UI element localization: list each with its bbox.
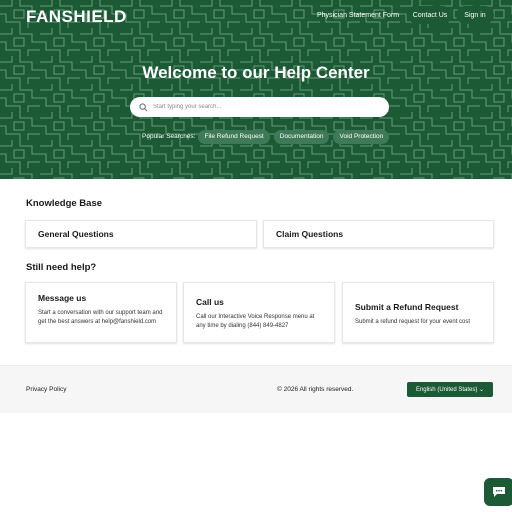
search-bar[interactable]	[130, 97, 389, 117]
chat-launcher-button[interactable]	[484, 478, 512, 506]
card-text: Submit a refund request for your event c…	[355, 319, 471, 325]
page-title: Welcome to our Help Center	[142, 63, 370, 82]
language-selector[interactable]: English (United States) ⌄	[407, 382, 493, 397]
message-us-card[interactable]: Message us Start a conversation with our…	[25, 282, 177, 343]
popular-search-chip[interactable]: Void Protection	[333, 129, 390, 144]
search-input[interactable]	[153, 104, 373, 110]
search-icon	[139, 102, 148, 111]
fanshield-logo[interactable]: FANSHIELD	[26, 7, 127, 27]
card-title: Call us	[196, 297, 224, 307]
popular-searches: Popular Searches: File Refund Request Do…	[142, 129, 393, 144]
popular-search-chip[interactable]: Documentation	[273, 129, 330, 144]
card-title: Submit a Refund Request	[355, 302, 459, 312]
card-text: Start a conversation with our support te…	[38, 310, 163, 325]
hero-banner: FANSHIELD Physician Statement Form Conta…	[0, 0, 512, 179]
help-center-page: FANSHIELD Physician Statement Form Conta…	[0, 0, 512, 512]
category-claim-questions[interactable]: Claim Questions	[263, 220, 494, 248]
category-general-questions[interactable]: General Questions	[25, 220, 257, 248]
card-text: Call our Interactive Voice Response menu…	[196, 314, 315, 329]
contact-us-link[interactable]: Contact Us	[408, 6, 452, 24]
call-us-card[interactable]: Call us Call our Interactive Voice Respo…	[183, 282, 335, 343]
refund-request-card[interactable]: Submit a Refund Request Submit a refund …	[342, 282, 494, 343]
privacy-policy-link[interactable]: Privacy Policy	[26, 386, 66, 393]
footer: Privacy Policy © 2026 All rights reserve…	[0, 365, 512, 413]
popular-search-chip[interactable]: File Refund Request	[198, 129, 270, 144]
sign-in-link[interactable]: Sign in	[456, 6, 494, 24]
card-title: Message us	[38, 293, 87, 303]
copyright-text: © 2026 All rights reserved.	[277, 386, 354, 393]
still-need-help-heading: Still need help?	[26, 262, 97, 273]
knowledge-base-heading: Knowledge Base	[26, 198, 103, 209]
chat-bubble-icon	[493, 487, 505, 497]
top-navigation: FANSHIELD Physician Statement Form Conta…	[0, 0, 512, 30]
physician-statement-link[interactable]: Physician Statement Form	[317, 0, 399, 30]
popular-searches-label: Popular Searches:	[142, 133, 196, 140]
